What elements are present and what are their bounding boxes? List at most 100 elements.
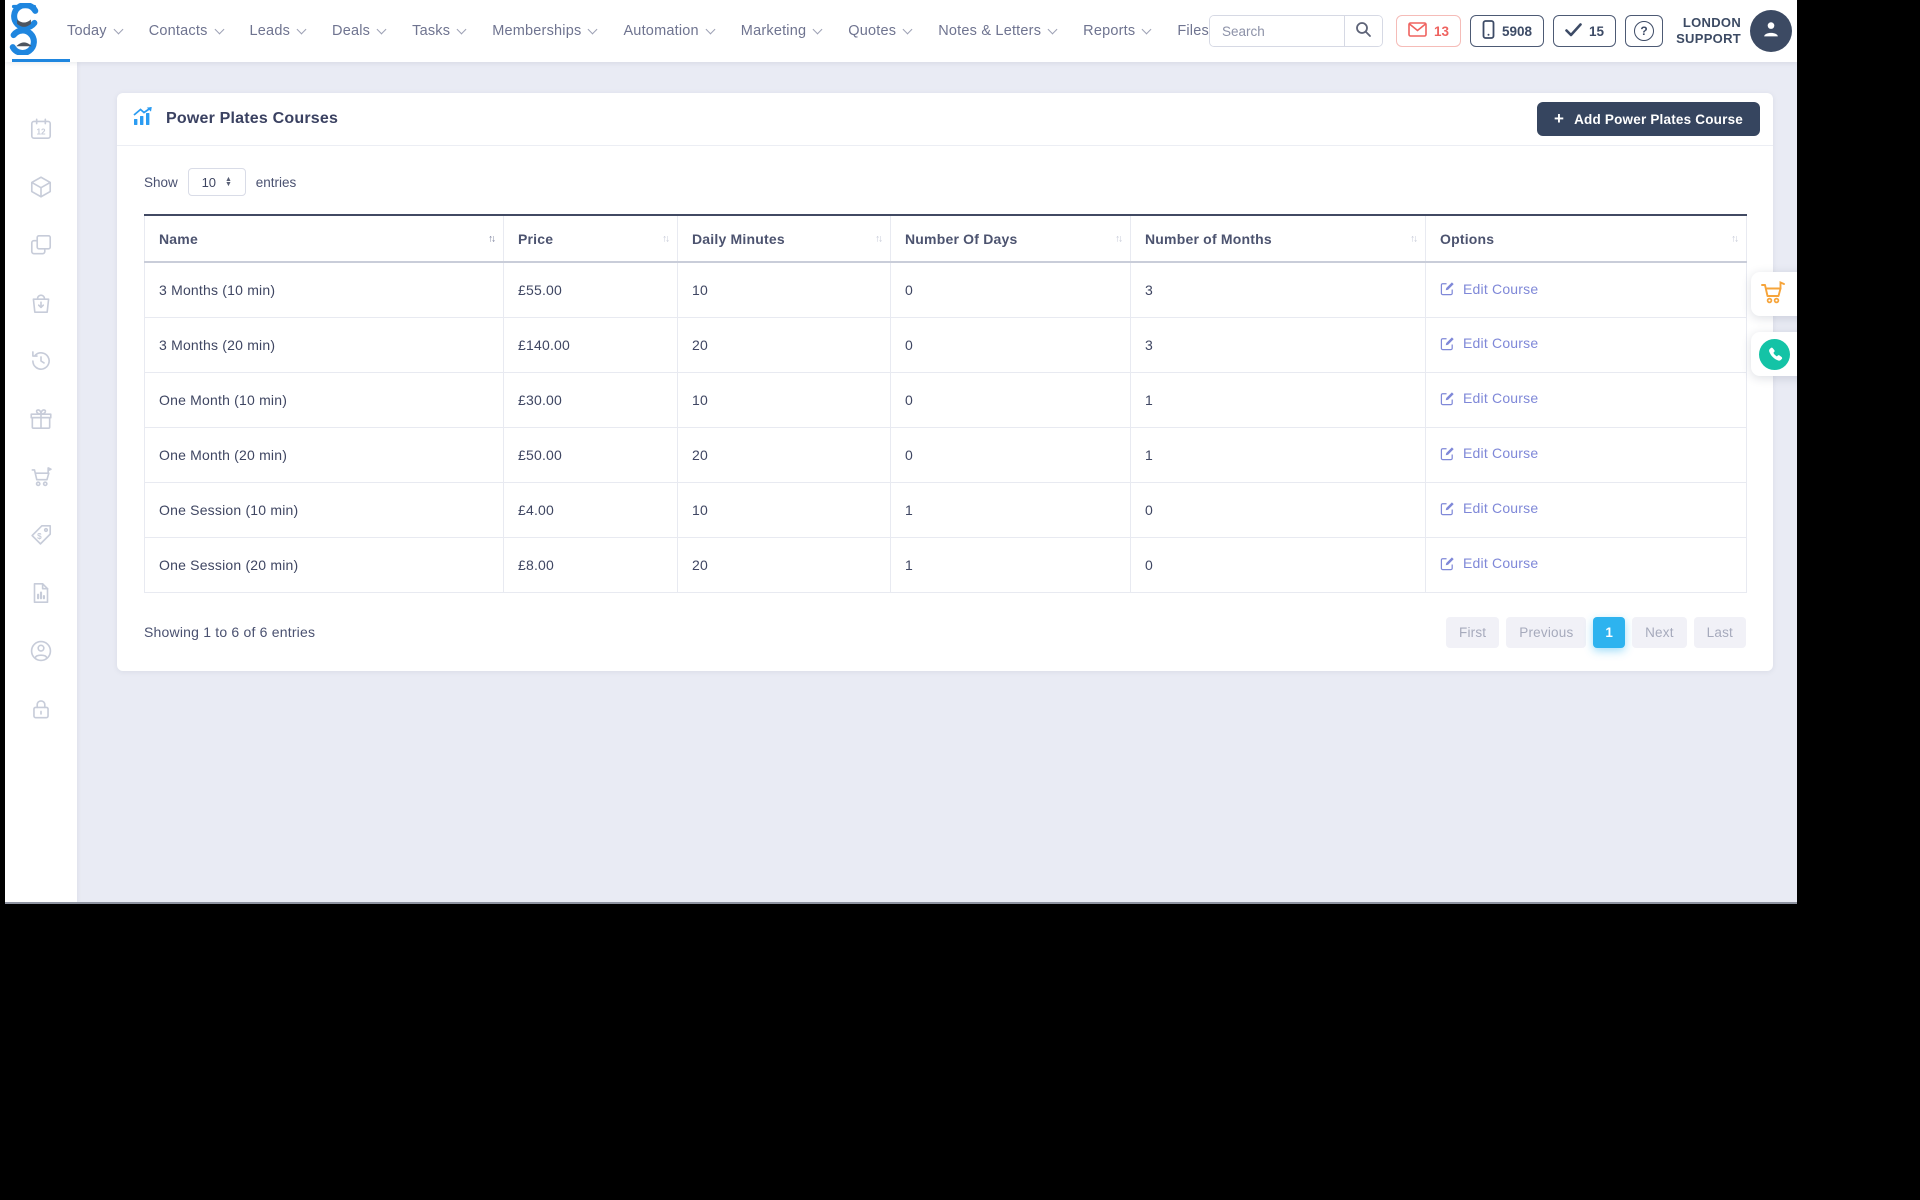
sort-icon: ↑↓ — [1115, 233, 1123, 244]
sidebar-item-reports-document[interactable] — [28, 580, 54, 606]
cell-number-of-days: 0 — [890, 371, 1131, 428]
chevron-down-icon — [376, 24, 387, 34]
pagination-next-button[interactable]: Next — [1632, 616, 1687, 648]
sidebar-item-calendar[interactable]: 12 — [28, 116, 54, 142]
edit-course-link[interactable]: Edit Course — [1440, 445, 1538, 461]
cell-number-of-days: 0 — [890, 261, 1131, 318]
chevron-down-icon — [1047, 24, 1058, 34]
edit-course-link[interactable]: Edit Course — [1440, 555, 1538, 571]
nav-leads[interactable]: Leads — [250, 23, 307, 39]
pagination-first-button[interactable]: First — [1446, 616, 1500, 648]
search-input[interactable] — [1209, 16, 1344, 46]
user-name-line1: LONDON — [1682, 14, 1742, 30]
app-logo[interactable] — [5, 0, 70, 62]
cell-price: £30.00 — [503, 371, 678, 428]
nav-reports[interactable]: Reports — [1083, 23, 1152, 39]
tasks-done-badge[interactable]: 15 — [1553, 15, 1617, 47]
nav-quotes[interactable]: Quotes — [848, 23, 913, 39]
cell-name: One Month (20 min) — [144, 426, 504, 483]
edit-course-link[interactable]: Edit Course — [1440, 390, 1538, 406]
column-header-number-of-months[interactable]: Number of Months ↑↓ — [1130, 214, 1426, 263]
entries-label: entries — [255, 174, 297, 190]
pagination-previous-button[interactable]: Previous — [1506, 616, 1587, 648]
help-button[interactable]: ? — [1625, 15, 1664, 47]
page-size-value: 10 — [201, 174, 217, 190]
chevron-down-icon — [587, 24, 598, 34]
chevron-down-icon — [902, 24, 913, 34]
add-power-plates-course-button[interactable]: + Add Power Plates Course — [1536, 102, 1760, 136]
chart-growth-icon — [132, 106, 154, 132]
edit-course-link[interactable]: Edit Course — [1440, 335, 1538, 351]
sidebar-item-duplicate-copy[interactable] — [28, 232, 54, 258]
sidebar-item-gift[interactable] — [28, 406, 54, 432]
sidebar-item-packages-cube[interactable] — [28, 174, 54, 200]
envelope-icon — [1408, 22, 1427, 40]
edit-pencil-icon — [1440, 557, 1454, 570]
nav-today[interactable]: Today — [67, 23, 124, 39]
nav-label: Today — [67, 23, 107, 39]
pagination-last-button[interactable]: Last — [1693, 616, 1746, 648]
courses-table: Name ↑↓ Price ↑↓ Daily Minutes ↑↓ Number Of… — [144, 214, 1747, 593]
edit-course-label: Edit Course — [1463, 335, 1539, 352]
column-label: Number of Months — [1145, 230, 1272, 247]
nav-tasks[interactable]: Tasks — [412, 23, 467, 39]
chevron-down-icon — [456, 24, 467, 34]
mail-notification-badge[interactable]: 13 — [1395, 15, 1461, 47]
search-button[interactable] — [1343, 16, 1382, 46]
nav-label: Memberships — [492, 23, 582, 39]
pagination-page-1-button[interactable]: 1 — [1593, 616, 1626, 648]
nav-notes-letters[interactable]: Notes & Letters — [938, 23, 1058, 39]
cell-daily-minutes: 10 — [677, 481, 891, 538]
floating-cart-widget[interactable] — [1751, 272, 1797, 316]
column-header-number-of-days[interactable]: Number Of Days ↑↓ — [890, 214, 1131, 263]
edit-pencil-icon — [1440, 447, 1454, 460]
nav-label: Marketing — [740, 23, 807, 39]
column-label: Number Of Days — [905, 230, 1018, 247]
phone-extension-badge[interactable]: 5908 — [1469, 15, 1545, 47]
edit-course-label: Edit Course — [1463, 390, 1539, 407]
sidebar-item-history[interactable] — [28, 348, 54, 374]
column-header-daily-minutes[interactable]: Daily Minutes ↑↓ — [677, 214, 891, 263]
sidebar-item-account[interactable] — [28, 638, 54, 664]
sidebar-item-price-tag[interactable]: $ — [28, 522, 54, 548]
column-header-options[interactable]: Options ↑↓ — [1425, 214, 1747, 263]
nav-memberships[interactable]: Memberships — [492, 23, 598, 39]
page-title: Power Plates Courses — [166, 110, 339, 127]
sidebar-item-shopping-bag[interactable] — [28, 290, 54, 316]
user-avatar[interactable] — [1750, 10, 1793, 52]
person-icon — [1760, 18, 1782, 45]
cell-price: £4.00 — [503, 481, 678, 538]
show-label: Show — [144, 174, 178, 190]
nav-files[interactable]: Files — [1177, 23, 1209, 39]
cell-number-of-months: 0 — [1130, 481, 1426, 538]
page-size-select[interactable]: 10 ▲ ▼ — [187, 168, 246, 196]
sort-icon: ↑↓ — [1410, 233, 1418, 244]
edit-course-label: Edit Course — [1463, 445, 1539, 462]
cell-number-of-days: 1 — [890, 481, 1131, 538]
cell-daily-minutes: 10 — [677, 261, 891, 318]
select-arrows-icon: ▲ ▼ — [225, 175, 232, 188]
nav-deals[interactable]: Deals — [332, 23, 387, 39]
nav-label: Contacts — [148, 23, 208, 39]
chevron-down-icon — [296, 24, 307, 34]
column-header-price[interactable]: Price ↑↓ — [503, 214, 678, 263]
power-plates-courses-card: Power Plates Courses + Add Power Plates … — [117, 93, 1773, 671]
topbar-right-cluster: 13 5908 15 ? LONDON SUPPORT — [1208, 10, 1797, 52]
sidebar-item-lock[interactable] — [28, 696, 54, 722]
cell-daily-minutes: 20 — [677, 426, 891, 483]
nav-marketing[interactable]: Marketing — [740, 23, 823, 39]
checkmark-icon — [1565, 22, 1582, 40]
nav-automation[interactable]: Automation — [623, 23, 716, 39]
cart-icon — [1759, 279, 1787, 310]
entries-summary: Showing 1 to 6 of 6 entries — [144, 624, 316, 640]
hourglass-logo-icon — [5, 1, 43, 60]
mobile-phone-icon — [1482, 20, 1495, 42]
edit-course-link[interactable]: Edit Course — [1440, 500, 1538, 516]
column-header-name[interactable]: Name ↑↓ — [144, 214, 504, 263]
nav-contacts[interactable]: Contacts — [148, 23, 224, 39]
column-label: Name — [159, 230, 198, 247]
floating-phone-widget[interactable] — [1751, 332, 1797, 376]
edit-course-link[interactable]: Edit Course — [1440, 281, 1538, 297]
sort-icon: ↑↓ — [1731, 233, 1739, 244]
sidebar-item-cart[interactable] — [28, 464, 54, 490]
